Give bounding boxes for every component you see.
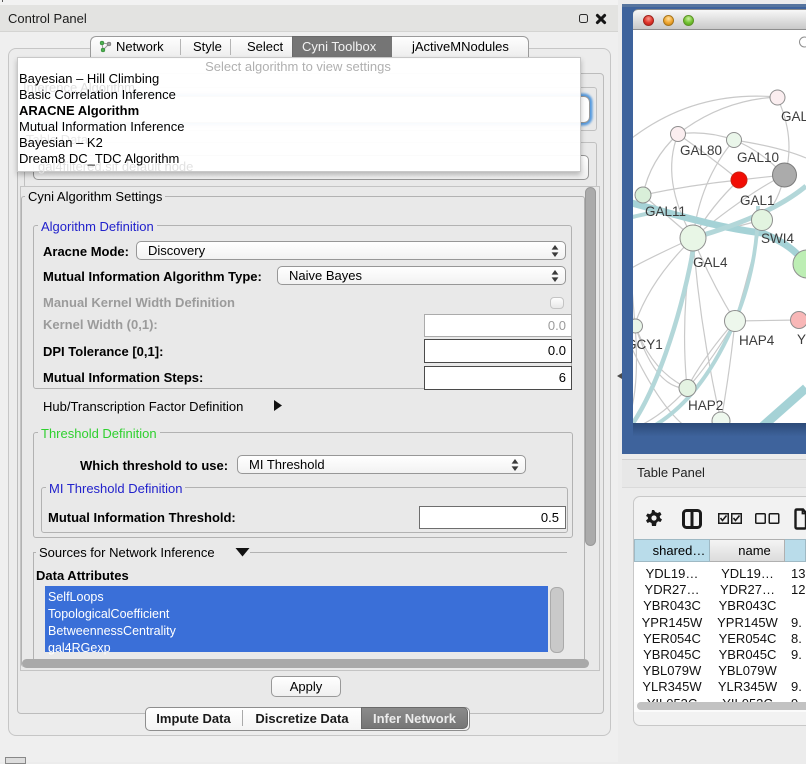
svg-text:GAL2: GAL2 <box>781 109 806 124</box>
svg-text:SWI4: SWI4 <box>761 231 794 246</box>
svg-text:HAP4: HAP4 <box>739 333 775 348</box>
svg-text:GAL11: GAL11 <box>645 204 686 219</box>
svg-text:GCY1: GCY1 <box>633 337 663 352</box>
svg-text:GAL80: GAL80 <box>680 143 722 158</box>
svg-text:HAP2: HAP2 <box>688 398 723 413</box>
svg-text:GAL4: GAL4 <box>693 255 728 270</box>
svg-text:GAL10: GAL10 <box>737 150 779 165</box>
svg-text:YJ: YJ <box>797 332 806 347</box>
svg-text:GAL1: GAL1 <box>740 193 775 208</box>
